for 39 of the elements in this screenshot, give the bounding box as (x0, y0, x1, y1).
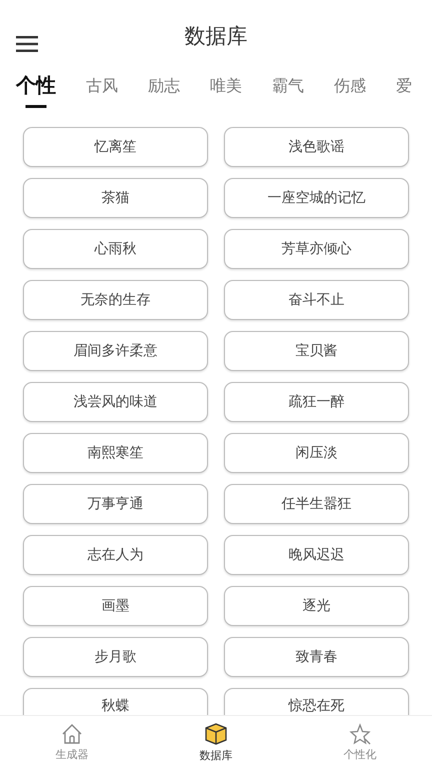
box-icon (204, 722, 228, 746)
name-button[interactable]: 秋蝶 (23, 688, 208, 715)
name-button[interactable]: 茶猫 (23, 178, 208, 218)
category-tab[interactable]: 霸气 (272, 68, 304, 106)
name-button[interactable]: 无奈的生存 (23, 280, 208, 320)
page-title: 数据库 (184, 23, 248, 50)
category-tab[interactable]: 唯美 (210, 68, 242, 106)
name-button[interactable]: 心雨秋 (23, 229, 208, 269)
name-button[interactable]: 任半生嚣狂 (224, 484, 409, 524)
name-button[interactable]: 奋斗不止 (224, 280, 409, 320)
category-tab[interactable]: 励志 (148, 68, 180, 106)
name-button[interactable]: 晚风迟迟 (224, 535, 409, 575)
name-button[interactable]: 疏狂一醉 (224, 382, 409, 422)
nav-item[interactable]: 数据库 (190, 720, 242, 764)
name-button[interactable]: 惊恐在死 (224, 688, 409, 715)
name-button[interactable]: 忆离笙 (23, 127, 208, 167)
category-tab[interactable]: 伤感 (334, 68, 366, 106)
menu-icon[interactable] (16, 36, 38, 52)
category-tab[interactable]: 个性 (16, 68, 56, 108)
name-button[interactable]: 步月歌 (23, 637, 208, 677)
name-button[interactable]: 志在人为 (23, 535, 208, 575)
name-button[interactable]: 万事亨通 (23, 484, 208, 524)
name-button[interactable]: 一座空城的记忆 (224, 178, 409, 218)
name-button[interactable]: 眉间多许柔意 (23, 331, 208, 371)
name-button[interactable]: 南熙寒笙 (23, 433, 208, 473)
name-button[interactable]: 浅尝风的味道 (23, 382, 208, 422)
name-button[interactable]: 浅色歌谣 (224, 127, 409, 167)
name-button[interactable]: 芳草亦倾心 (224, 229, 409, 269)
house-icon (61, 722, 83, 744)
name-button[interactable]: 画墨 (23, 586, 208, 626)
name-button[interactable]: 致青春 (224, 637, 409, 677)
name-button[interactable]: 闲压淡 (224, 433, 409, 473)
name-button[interactable]: 逐光 (224, 586, 409, 626)
category-tab[interactable]: 古风 (86, 68, 118, 106)
nav-item[interactable]: 生成器 (46, 720, 98, 764)
star-icon (348, 722, 372, 744)
category-tab[interactable]: 爱 (396, 68, 412, 106)
name-button[interactable]: 宝贝酱 (224, 331, 409, 371)
nav-item[interactable]: 个性化 (334, 720, 386, 764)
